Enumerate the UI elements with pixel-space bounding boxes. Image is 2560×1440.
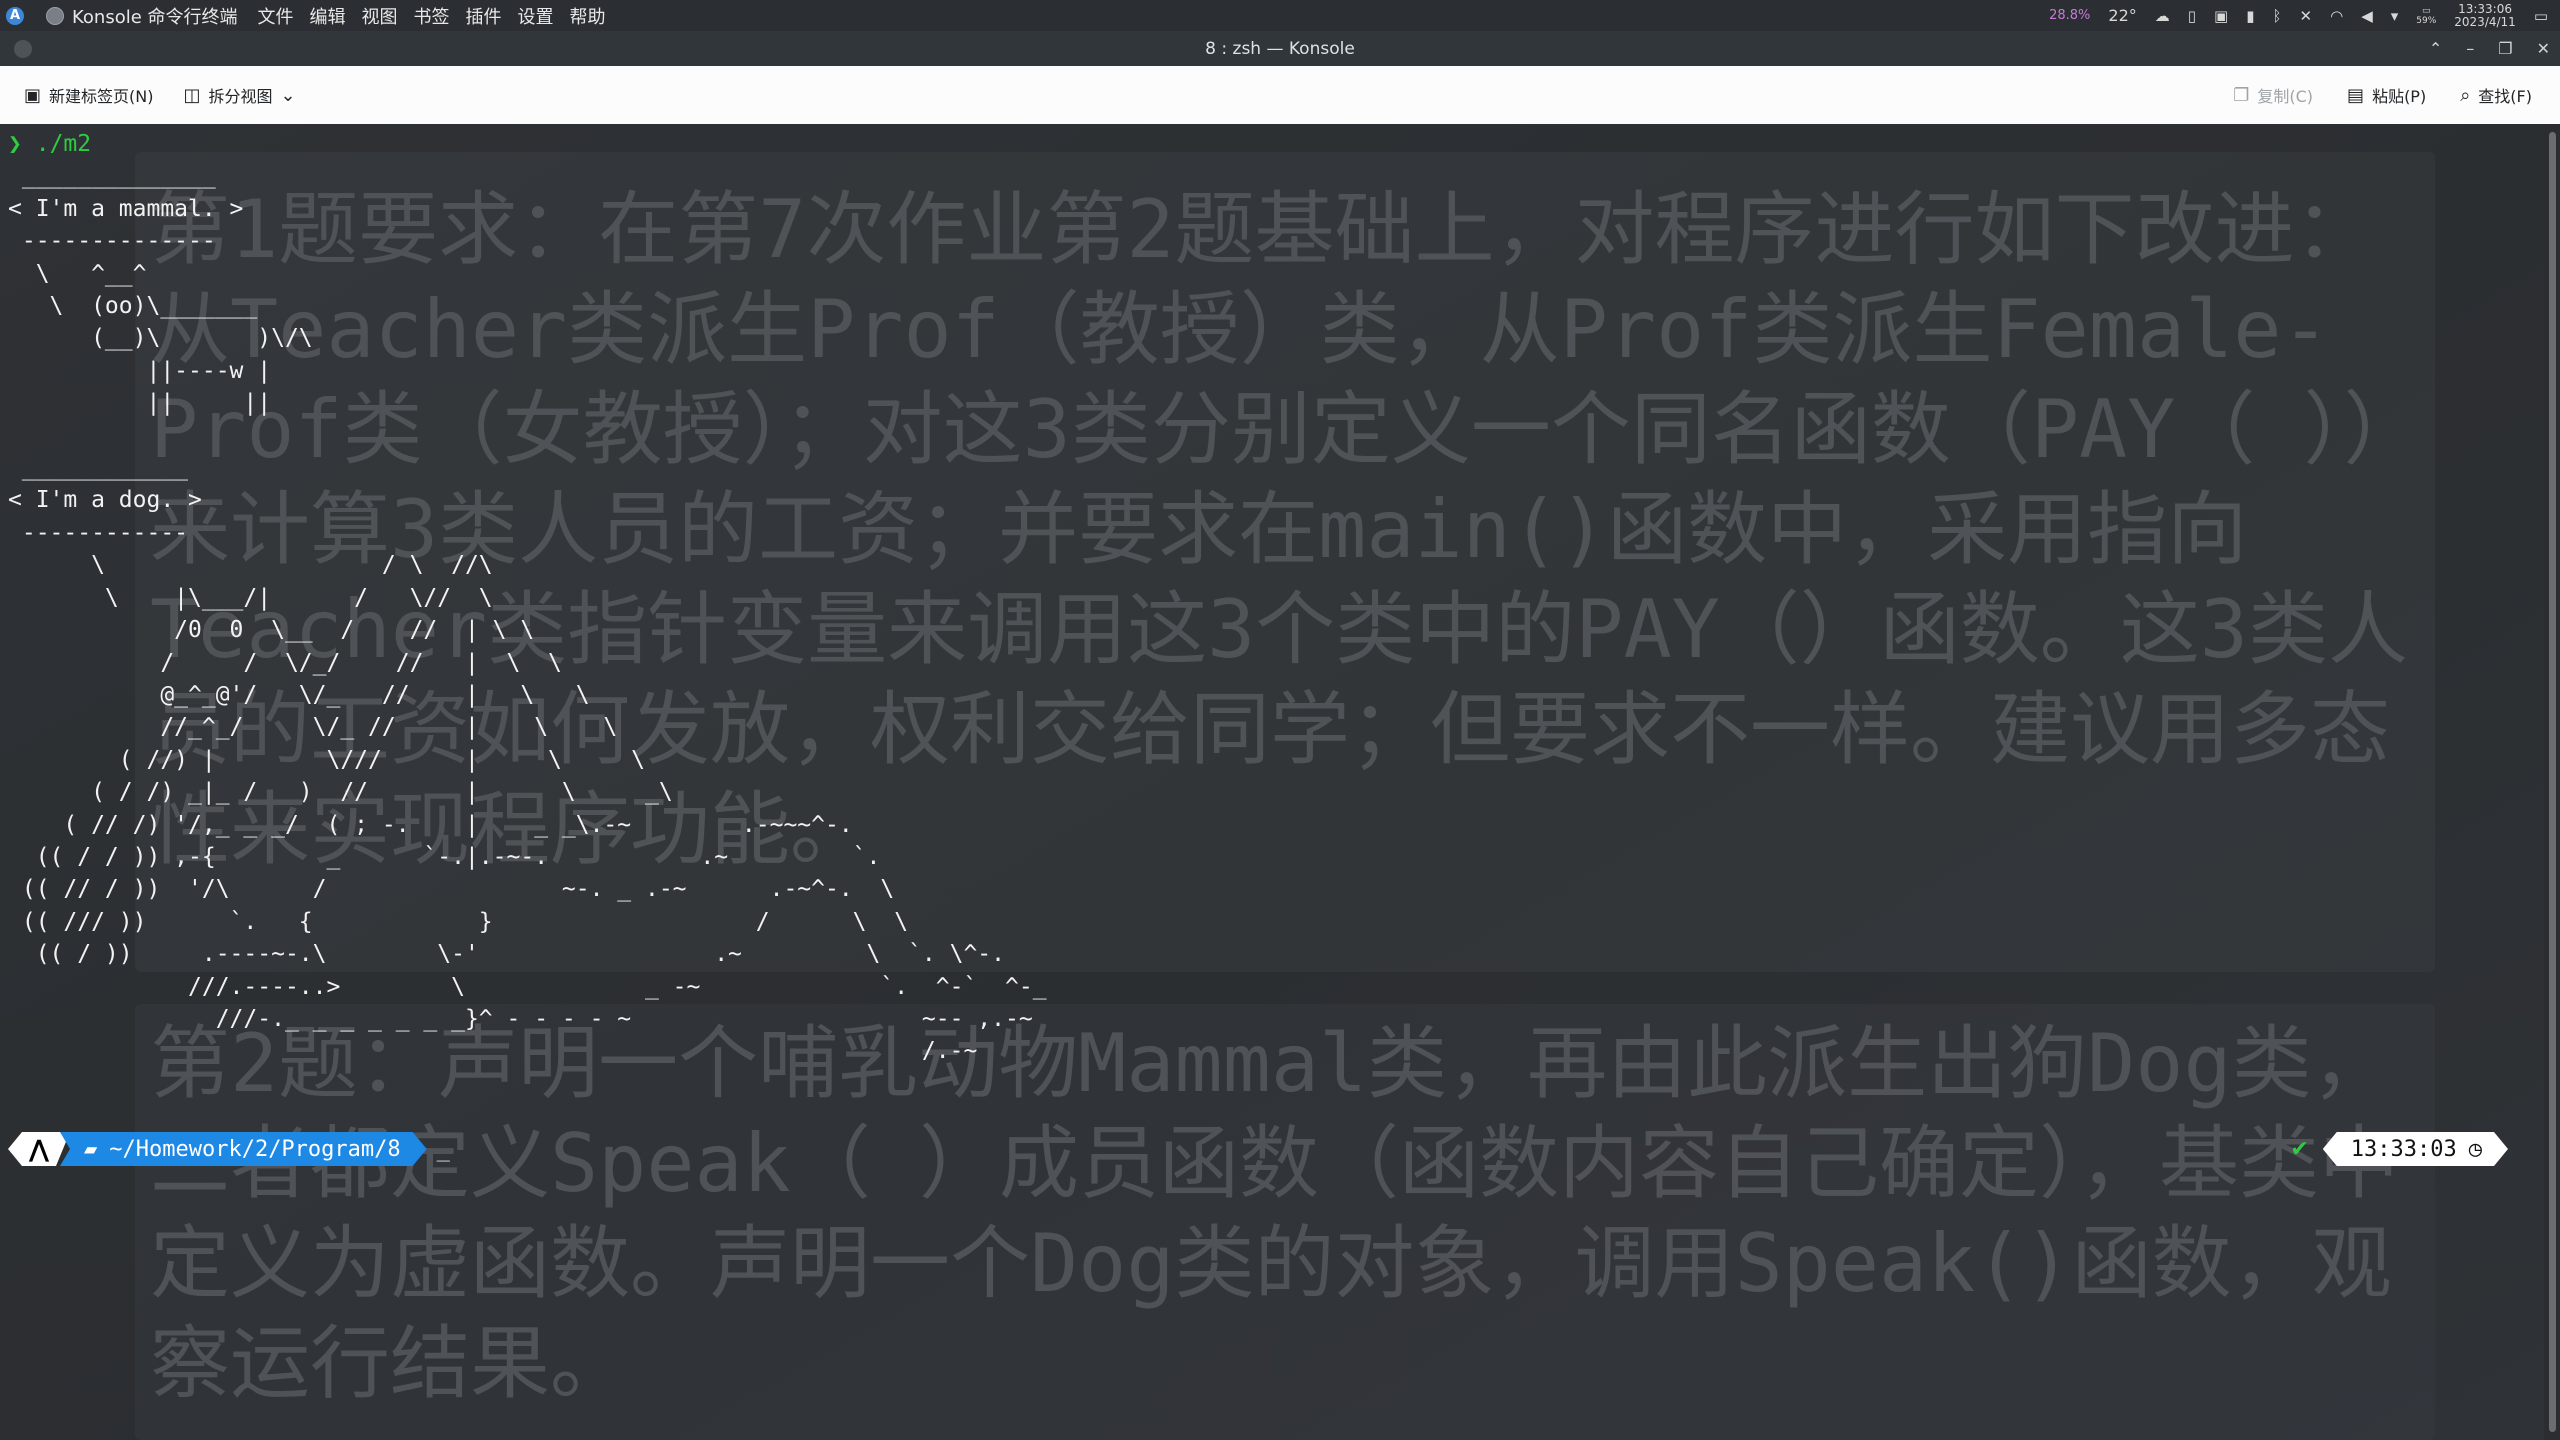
global-menu: 文件 编辑 视图 书签 插件 设置 帮助 — [258, 3, 606, 29]
maximize-icon[interactable]: ❐ — [2498, 39, 2512, 58]
split-view-icon: ◫ — [183, 84, 201, 106]
system-tray: 28.8% 22° ☁ ▯ ▣ ▮ ᛒ ✕ ◠ ◀ ▾ ▭ 59% 13:33:… — [2049, 0, 2560, 31]
active-app-name: Konsole 命令行终端 — [72, 6, 238, 28]
konsole-app-icon — [46, 6, 64, 25]
clock-icon: ◷ — [2468, 1136, 2482, 1162]
app-launcher-icon[interactable]: A — [6, 6, 24, 25]
menu-settings[interactable]: 设置 — [518, 3, 554, 29]
konsole-toolbar: ▣ 新建标签页(N) ◫ 拆分视图 ⌄ ❐ 复制(C) ▤ 粘贴(P) ⌕ 查找… — [0, 66, 2560, 124]
chevron-down-icon: ⌄ — [280, 84, 296, 106]
paste-label: 粘贴(P) — [2372, 87, 2427, 106]
terminal-output-area: ❯ ./m2 ______________ < I'm a mammal. > … — [8, 128, 1047, 1068]
clock-time: 13:33:06 — [2458, 1, 2512, 16]
weather-cloud-icon[interactable]: ☁ — [2155, 7, 2170, 25]
bluetooth-icon[interactable]: ᛒ — [2273, 7, 2282, 25]
battery-glyph-icon: ▭ — [2422, 5, 2431, 16]
show-desktop-icon[interactable]: ▭ — [2534, 7, 2548, 25]
split-view-button[interactable]: ◫ 拆分视图 ⌄ — [173, 83, 305, 107]
copy-icon: ❐ — [2233, 84, 2250, 106]
command-line: ❯ ./m2 — [8, 128, 1047, 160]
clock-date: 2023/4/11 — [2454, 14, 2516, 29]
clock[interactable]: 13:33:06 2023/4/11 — [2454, 1, 2516, 29]
terminal-scrollbar[interactable] — [2544, 124, 2560, 1440]
find-label: 查找(F) — [2478, 87, 2532, 106]
paste-icon: ▤ — [2347, 84, 2365, 106]
background-question-2-text: 第2题：声明一个哺乳动物Mammal类，再由此派生出狗Dog类，二者都定义Spe… — [150, 1017, 2399, 1410]
window-title: 8 : zsh — Konsole — [1205, 38, 1355, 59]
display-icon[interactable]: ▣ — [2214, 7, 2228, 25]
new-tab-label: 新建标签页(N) — [49, 87, 154, 106]
window-controls: ⌃ – ❐ ✕ — [2429, 31, 2550, 66]
minimize-icon[interactable]: – — [2466, 39, 2474, 58]
text-cursor: _ — [436, 1136, 450, 1162]
paste-button[interactable]: ▤ 粘贴(P) — [2337, 83, 2436, 107]
copy-label: 复制(C) — [2257, 87, 2314, 106]
prompt-left: ⋀ ▰ ~/Homework/2/Program/8 _ — [8, 1132, 450, 1166]
find-button[interactable]: ⌕ 查找(F) — [2450, 83, 2542, 107]
battery-indicator[interactable]: ▭ 59% — [2416, 6, 2436, 26]
folder-icon: ▰ — [84, 1136, 98, 1162]
system-panel: A Konsole 命令行终端 文件 编辑 视图 书签 插件 设置 帮助 28.… — [0, 0, 2560, 31]
wifi-icon[interactable]: ◠ — [2330, 7, 2343, 25]
copy-button[interactable]: ❐ 复制(C) — [2223, 83, 2323, 107]
command-text: ./m2 — [35, 131, 92, 157]
menu-bookmarks[interactable]: 书签 — [414, 3, 450, 29]
split-view-label: 拆分视图 — [208, 87, 273, 106]
menu-file[interactable]: 文件 — [258, 3, 294, 29]
window-menu-icon[interactable] — [14, 40, 32, 58]
microphone-muted-icon[interactable]: ✕ — [2300, 7, 2313, 25]
scrollbar-thumb[interactable] — [2549, 132, 2556, 1432]
new-tab-icon: ▣ — [24, 84, 42, 106]
volume-icon[interactable]: ◀ — [2361, 7, 2373, 25]
weather-percent: 28.8% — [2049, 8, 2091, 23]
battery-icon[interactable]: ▮ — [2246, 7, 2254, 25]
battery-percent: 59% — [2416, 15, 2437, 26]
terminal-view[interactable]: 第1题要求：在第7次作业第2题基础上，对程序进行如下改进：从Teacher类派生… — [0, 124, 2560, 1440]
prompt-arrow-icon: ❯ — [8, 131, 22, 157]
search-icon: ⌕ — [2460, 84, 2471, 106]
menu-view[interactable]: 视图 — [362, 3, 398, 29]
keep-above-icon[interactable]: ⌃ — [2429, 39, 2442, 58]
prompt-right: ✔ 13:33:03 ◷ — [2290, 1132, 2508, 1166]
clipboard-icon[interactable]: ▯ — [2188, 7, 2196, 25]
menu-plugins[interactable]: 插件 — [466, 3, 502, 29]
prompt-path: ~/Homework/2/Program/8 — [109, 1136, 401, 1162]
temperature[interactable]: 22° — [2108, 6, 2136, 25]
status-ok-icon: ✔ — [2290, 1136, 2309, 1162]
prompt-time: 13:33:03 — [2350, 1136, 2457, 1162]
menu-edit[interactable]: 编辑 — [310, 3, 346, 29]
window-titlebar: 8 : zsh — Konsole ⌃ – ❐ ✕ — [0, 31, 2560, 66]
prompt-time-segment: 13:33:03 ◷ — [2323, 1132, 2508, 1166]
prompt-directory-segment: ▰ ~/Homework/2/Program/8 — [60, 1132, 427, 1166]
close-icon[interactable]: ✕ — [2537, 39, 2550, 58]
os-logo-icon: ⋀ — [8, 1132, 70, 1166]
menu-help[interactable]: 帮助 — [570, 3, 606, 29]
new-tab-button[interactable]: ▣ 新建标签页(N) — [14, 83, 163, 107]
tray-expand-icon[interactable]: ▾ — [2391, 7, 2399, 25]
program-output: ______________ < I'm a mammal. > -------… — [8, 163, 1047, 1065]
